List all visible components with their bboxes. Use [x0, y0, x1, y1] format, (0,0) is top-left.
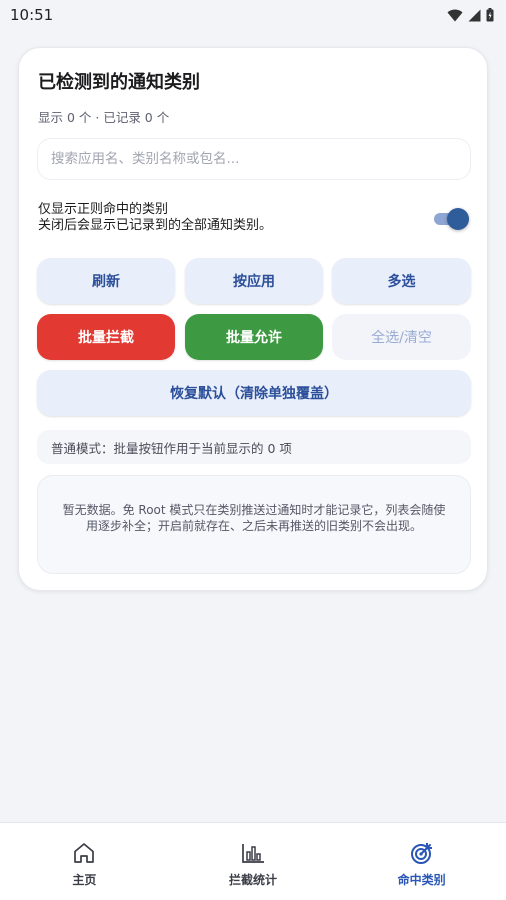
search-box[interactable] [37, 138, 471, 180]
empty-state: 暂无数据。免 Root 模式只在类别推送过通知时才能记录它，列表会随使用逐步补全… [37, 475, 471, 574]
bar-chart-icon [242, 844, 264, 863]
bottom-nav: 主页 拦截统计 命中类别 [0, 822, 506, 900]
status-bar: 10:51 [0, 0, 506, 30]
batch-block-button[interactable]: 批量拦截 [37, 314, 175, 360]
detected-categories-card: 已检测到的通知类别 显示 0 个 · 已记录 0 个 仅显示正则命中的类别 关闭… [18, 47, 488, 591]
nav-label-stats: 拦截统计 [229, 873, 278, 887]
nav-item-matched-categories[interactable]: 命中类别 [337, 823, 506, 900]
regex-filter-switch[interactable] [434, 208, 470, 230]
nav-item-stats[interactable]: 拦截统计 [169, 823, 338, 900]
search-input[interactable] [51, 151, 457, 167]
signal-icon [468, 9, 481, 21]
regex-filter-description: 关闭后会显示已记录到的全部通知类别。 [38, 218, 273, 233]
group-by-app-button[interactable]: 按应用 [185, 258, 323, 304]
nav-label-home: 主页 [72, 873, 97, 887]
battery-icon [486, 8, 494, 22]
regex-filter-row: 仅显示正则命中的类别 关闭后会显示已记录到的全部通知类别。 [38, 202, 470, 238]
regex-filter-label: 仅显示正则命中的类别 [38, 202, 169, 217]
refresh-button[interactable]: 刷新 [37, 258, 175, 304]
mode-info: 普通模式：批量按钮作用于当前显示的 0 项 [37, 430, 471, 464]
target-icon [410, 843, 432, 864]
card-title: 已检测到的通知类别 [38, 72, 200, 93]
card-subtitle: 显示 0 个 · 已记录 0 个 [38, 110, 170, 125]
restore-default-button[interactable]: 恢复默认（清除单独覆盖） [37, 370, 471, 416]
wifi-icon [447, 9, 463, 21]
batch-allow-button[interactable]: 批量允许 [185, 314, 323, 360]
empty-state-text: 暂无数据。免 Root 模式只在类别推送过通知时才能记录它，列表会随使用逐步补全… [62, 503, 446, 533]
nav-item-home[interactable]: 主页 [0, 823, 169, 900]
multi-select-button[interactable]: 多选 [332, 258, 471, 304]
nav-label-matched-categories: 命中类别 [397, 873, 446, 887]
regex-filter-text: 仅显示正则命中的类别 关闭后会显示已记录到的全部通知类别。 [38, 202, 272, 234]
status-time: 10:51 [10, 6, 54, 24]
home-icon [74, 843, 95, 863]
status-icons [447, 8, 494, 22]
select-all-clear-button[interactable]: 全选/清空 [332, 314, 471, 360]
switch-thumb [447, 208, 469, 230]
